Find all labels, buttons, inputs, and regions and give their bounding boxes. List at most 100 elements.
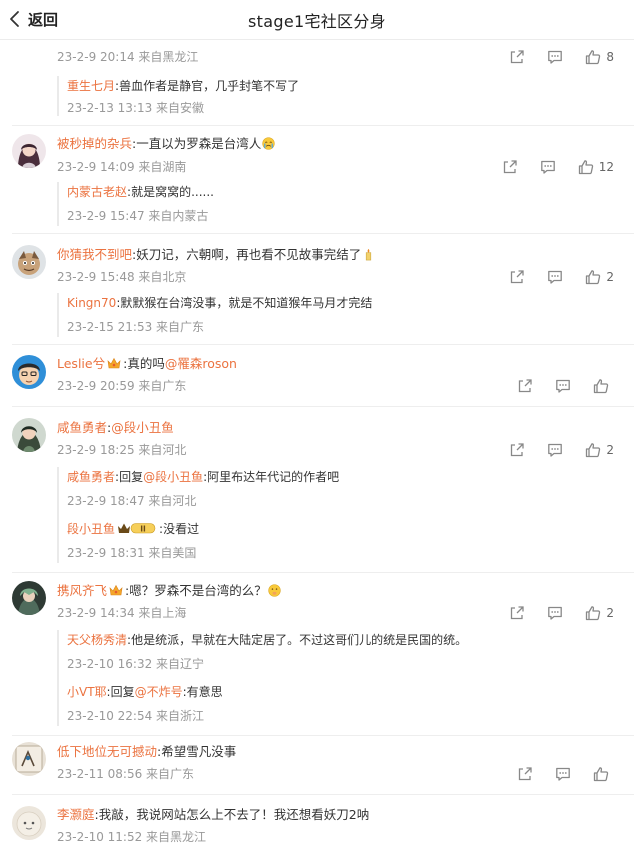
reply-text: 内蒙古老赵:就是窝窝的......: [67, 185, 214, 199]
avatar[interactable]: [12, 134, 46, 168]
reply-username[interactable]: 重生七月: [67, 79, 115, 93]
svg-text:II: II: [140, 524, 146, 533]
like-icon: [586, 270, 601, 285]
avatar[interactable]: [12, 581, 46, 615]
reply-thread: 内蒙古老赵:就是窝窝的...... 23-2-9 15:47 来自内蒙古: [57, 182, 622, 226]
comment-actions: 2: [509, 441, 614, 459]
divider: [12, 794, 634, 795]
like-button[interactable]: [593, 766, 614, 782]
like-button[interactable]: 12: [578, 159, 614, 175]
reply-thread: Kingn70:默默猴在台湾没事，就是不知道猴年马月才完结 23-2-15 21…: [57, 293, 622, 337]
comment-meta: 23-2-9 14:09 来自湖南: [57, 160, 187, 174]
avatar[interactable]: [12, 355, 46, 389]
comment-icon: [556, 379, 570, 393]
reply-meta: 23-2-9 15:47 来自内蒙古: [67, 209, 209, 223]
share-icon: [511, 50, 525, 64]
share-button[interactable]: [517, 766, 533, 782]
reply-text: 重生七月:兽血作者是静官，几乎封笔不写了: [67, 79, 300, 93]
avatar[interactable]: [12, 245, 46, 279]
comment-meta: 23-2-9 15:48 来自北京: [57, 270, 187, 284]
reply-meta: 23-2-9 18:31 来自美国: [67, 546, 197, 560]
comment-username[interactable]: 咸鱼勇者: [57, 420, 107, 435]
reply-username[interactable]: 小VT耶: [67, 685, 107, 699]
comment-username[interactable]: Leslie兮: [57, 356, 105, 371]
avatar-image: [12, 134, 46, 168]
avatar[interactable]: [12, 806, 46, 840]
share-button[interactable]: [517, 378, 533, 394]
like-button[interactable]: 2: [585, 605, 614, 621]
comment-button[interactable]: [547, 269, 563, 285]
avatar-image: [12, 581, 46, 615]
avatar-image: [12, 742, 46, 776]
reply-meta: 23-2-9 18:47 来自河北: [67, 494, 197, 508]
like-icon: [586, 443, 601, 458]
comment-username[interactable]: 你猜我不到吧: [57, 247, 132, 262]
comment-icon: [548, 270, 563, 284]
comment-button[interactable]: [555, 766, 571, 782]
share-button[interactable]: [502, 159, 518, 175]
like-count: 2: [606, 606, 614, 620]
reply-meta: 23-2-10 16:32 来自辽宁: [67, 657, 205, 671]
vip-crown-icon: [109, 584, 123, 596]
divider: [12, 233, 634, 234]
share-button[interactable]: [509, 49, 525, 65]
share-button[interactable]: [509, 442, 525, 458]
avatar[interactable]: [12, 418, 46, 452]
reply-username[interactable]: 内蒙古老赵: [67, 185, 127, 199]
divider: [12, 125, 634, 126]
like-count: 8: [606, 50, 614, 64]
crying-emoji-icon: [262, 137, 275, 150]
comment-meta: 23-2-9 20:59 来自广东: [57, 379, 187, 393]
comment-text: 低下地位无可撼动:希望雪凡没事: [57, 744, 237, 759]
avatar[interactable]: [12, 742, 46, 776]
comment-icon: [540, 160, 555, 174]
like-button[interactable]: 2: [585, 269, 614, 285]
avatar-image: [12, 245, 46, 279]
reply-text: 天父杨秀清:他是统派，早就在大陆定居了。不过这哥们儿的统是民国的统。: [67, 633, 468, 647]
share-icon: [503, 160, 517, 174]
divider: [12, 344, 634, 345]
candle-emoji-icon: [366, 248, 372, 261]
comment-username[interactable]: 被秒掉的杂兵: [57, 136, 132, 151]
comment-actions: 2: [509, 604, 614, 622]
mention-link[interactable]: @罹森roson: [165, 356, 237, 371]
reply-username[interactable]: Kingn70: [67, 296, 116, 310]
like-button[interactable]: [593, 378, 614, 394]
comment-text: Leslie兮:真的吗@罹森roson: [57, 356, 237, 371]
reply-username[interactable]: 咸鱼勇者: [67, 470, 115, 484]
comment-button[interactable]: [555, 378, 571, 394]
comment-text: 李灏庭:我敲，我说网站怎么上不去了！我还想看妖刀2呐: [57, 807, 370, 822]
comment-text: 咸鱼勇者:@段小丑鱼: [57, 420, 174, 435]
like-icon: [586, 50, 601, 65]
comment-button[interactable]: [540, 159, 556, 175]
reply-text: Kingn70:默默猴在台湾没事，就是不知道猴年马月才完结: [67, 296, 373, 310]
comment-button[interactable]: [547, 442, 563, 458]
mention-link[interactable]: @段小丑鱼: [111, 420, 174, 435]
avatar-image: [12, 355, 46, 389]
mention-link[interactable]: @段小丑鱼: [143, 470, 203, 484]
vip-crown-icon: [107, 357, 121, 369]
share-button[interactable]: [509, 269, 525, 285]
reply-username[interactable]: 段小丑鱼: [67, 522, 115, 536]
level-badge-icon: II: [118, 523, 156, 534]
reply-thread: 天父杨秀清:他是统派，早就在大陆定居了。不过这哥们儿的统是民国的统。 23-2-…: [57, 630, 622, 726]
like-button[interactable]: 8: [585, 49, 614, 65]
reply-meta: 23-2-10 22:54 来自浙江: [67, 709, 205, 723]
like-icon: [586, 606, 601, 621]
like-count: 12: [598, 160, 614, 174]
mention-link[interactable]: @不炸号: [135, 685, 183, 699]
comment-username[interactable]: 低下地位无可撼动: [57, 744, 157, 759]
comment-meta: 23-2-11 08:56 来自广东: [57, 767, 195, 781]
comment-username[interactable]: 携风齐飞: [57, 583, 107, 598]
like-button[interactable]: 2: [585, 442, 614, 458]
comment-button[interactable]: [547, 605, 563, 621]
reply-username[interactable]: 天父杨秀清: [67, 633, 127, 647]
comment-meta: 23-2-9 18:25 来自河北: [57, 443, 187, 457]
comment-button[interactable]: [547, 49, 563, 65]
comment-username[interactable]: 李灏庭: [57, 807, 95, 822]
comment-actions: [517, 765, 614, 783]
reply-text: 小VT耶:回复@不炸号:有意思: [67, 685, 223, 699]
like-icon: [593, 767, 609, 782]
share-button[interactable]: [509, 605, 525, 621]
top-bar: 返回 stage1宅社区分身: [0, 0, 634, 40]
